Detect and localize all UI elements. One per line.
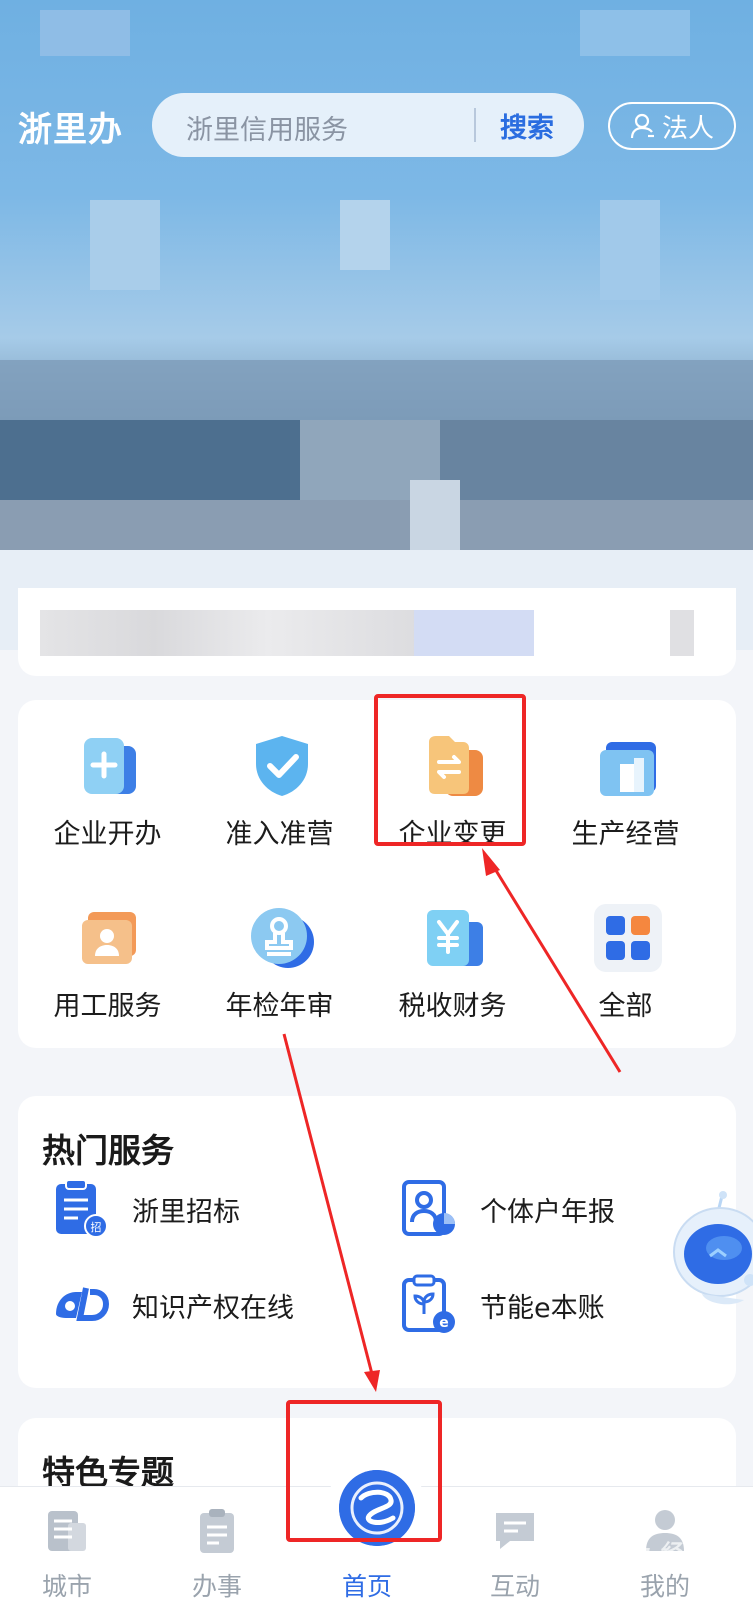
service-label: 全部 <box>598 991 653 1022</box>
annual-report-icon <box>402 1180 455 1236</box>
service-label: 生产经营 <box>571 819 680 850</box>
hot-item-label: 知识产权在线 <box>132 1293 294 1324</box>
service-annual-inspection[interactable]: 年检年审 <box>190 872 369 1032</box>
annotation-box-home-tab <box>286 1400 442 1542</box>
blurred-text <box>414 610 534 656</box>
chat-icon <box>496 1513 534 1549</box>
service-employment[interactable]: 用工服务 <box>18 872 197 1032</box>
search-placeholder: 浙里信用服务 <box>186 115 348 146</box>
assistant-robot-icon[interactable] <box>672 1190 753 1320</box>
energy-ledger-icon: e <box>402 1274 455 1333</box>
mosaic-block <box>580 10 690 56</box>
svg-text:e: e <box>439 1315 449 1331</box>
service-production[interactable]: 生产经营 <box>536 700 715 860</box>
service-label: 用工服务 <box>53 991 162 1022</box>
svg-text:招: 招 <box>91 1220 102 1234</box>
mosaic-block <box>0 420 300 500</box>
watermark: Baidu 经验 <box>580 1541 703 1566</box>
mosaic-block <box>440 420 753 500</box>
hot-services-title: 热门服务 <box>42 1131 174 1170</box>
hot-services-card: 热门服务 招 浙里招标 个体户年报 知识产权在线 e 节能e本账 <box>18 1096 736 1388</box>
service-label: 准入准营 <box>225 819 334 850</box>
hero-banner[interactable]: 浙里办 浙里信用服务 搜索 法人 <box>0 0 753 650</box>
top-bar: 浙里办 浙里信用服务 搜索 法人 <box>0 90 753 160</box>
employee-card-icon <box>82 912 136 964</box>
clipboard-icon <box>200 1509 234 1553</box>
ip-logo-icon <box>56 1287 110 1321</box>
service-label: 税收财务 <box>398 991 507 1022</box>
enterprise-open-icon <box>84 738 136 794</box>
notice-bar[interactable] <box>18 588 736 676</box>
user-icon <box>630 113 654 139</box>
bidding-doc-icon: 招 <box>56 1179 108 1238</box>
hot-item-bidding[interactable]: 招 浙里招标 <box>52 1178 382 1248</box>
tab-label: 城市 <box>41 1572 92 1601</box>
tab-label: 首页 <box>341 1572 392 1601</box>
tab-label: 办事 <box>191 1572 242 1601</box>
blurred-text <box>670 610 694 656</box>
tab-affairs[interactable]: 办事 <box>142 1487 292 1616</box>
building-icon <box>600 742 656 796</box>
annotation-box-enterprise-change <box>374 694 526 846</box>
hot-item-ip-online[interactable]: 知识产权在线 <box>52 1274 382 1344</box>
mosaic-block <box>600 200 660 300</box>
role-switch-button[interactable]: 法人 <box>608 102 736 150</box>
hot-item-label: 个体户年报 <box>480 1197 615 1228</box>
role-label: 法人 <box>661 113 714 144</box>
tab-label: 我的 <box>639 1572 690 1601</box>
city-icon <box>48 1511 86 1551</box>
search-input[interactable]: 浙里信用服务 搜索 <box>152 93 584 157</box>
yuan-icon <box>427 910 483 966</box>
mosaic-block <box>340 200 390 270</box>
search-button[interactable]: 搜索 <box>500 106 554 145</box>
grid-apps-icon <box>594 904 662 972</box>
search-divider <box>474 108 476 142</box>
hot-item-label: 节能e本账 <box>480 1293 605 1324</box>
shield-check-icon <box>256 736 308 796</box>
stamp-icon <box>251 908 314 968</box>
app-title: 浙里办 <box>18 110 123 150</box>
hot-item-label: 浙里招标 <box>132 1197 240 1228</box>
service-enterprise-open[interactable]: 企业开办 <box>18 700 197 860</box>
service-label: 企业开办 <box>53 819 162 850</box>
tab-city[interactable]: 城市 <box>0 1487 142 1616</box>
service-label: 年检年审 <box>225 991 334 1022</box>
mosaic-block <box>40 10 130 56</box>
service-all[interactable]: 全部 <box>536 872 715 1032</box>
mosaic-block <box>0 500 753 550</box>
tab-label: 互动 <box>489 1572 540 1601</box>
mosaic-block <box>410 480 460 550</box>
service-market-access[interactable]: 准入准营 <box>190 700 369 860</box>
blurred-text <box>40 610 420 656</box>
mosaic-block <box>0 360 753 420</box>
service-tax-finance[interactable]: 税收财务 <box>363 872 542 1032</box>
mosaic-block <box>90 200 160 290</box>
tab-interaction[interactable]: 互动 <box>440 1487 590 1616</box>
